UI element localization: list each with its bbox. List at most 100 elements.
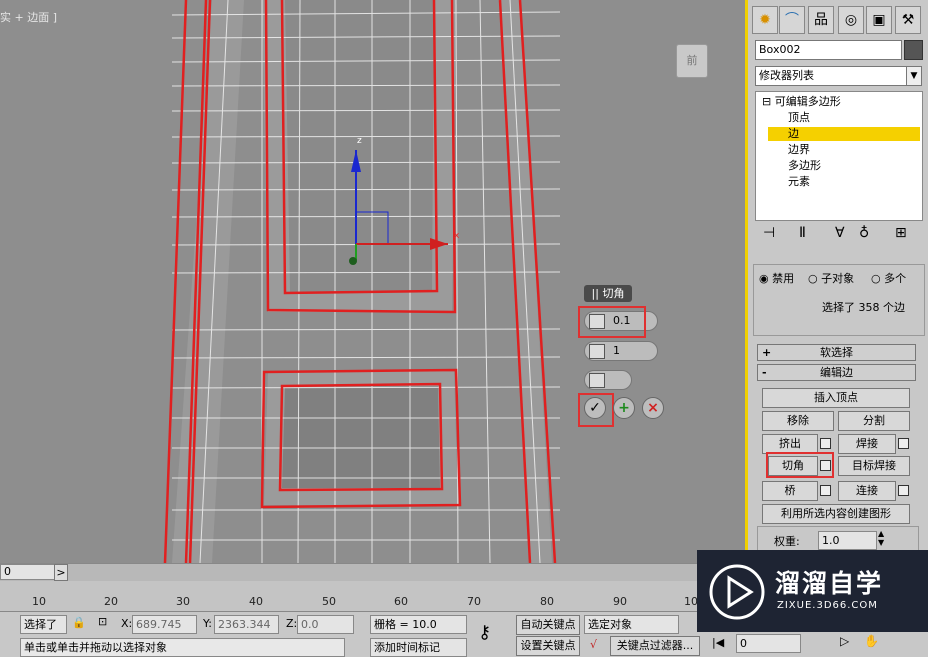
stack-item-polygon[interactable]: 多边形 [788, 159, 821, 173]
lower-panel-inset [282, 386, 440, 488]
soft-selection-rollout[interactable]: + 软选择 [757, 344, 916, 361]
prompt-line: 单击或单击并拖动以选择对象 [20, 638, 345, 657]
ruler-tick: 50 [322, 595, 336, 608]
weld-button[interactable]: 焊接 [838, 434, 896, 454]
object-name-input[interactable]: Box002 [755, 40, 902, 60]
weight-label: 权重: [774, 535, 800, 548]
stack-item-label: 边 [788, 127, 799, 140]
insert-vertex-button[interactable]: 插入顶点 [762, 388, 910, 408]
weld-settings-icon[interactable] [898, 438, 909, 449]
watermark-logo: 溜溜自学 ZIXUE.3D66.COM [697, 550, 928, 632]
extrude-settings-icon[interactable] [820, 438, 831, 449]
track-bar[interactable]: 10 20 30 40 50 60 70 80 90 10 [0, 581, 745, 611]
radio-subobject[interactable]: ○ 子对象 [808, 270, 854, 286]
x-coordinate-input[interactable]: 689.745 [132, 615, 197, 634]
absolute-mode-icon[interactable]: ⊡ [98, 615, 107, 628]
radio-disable[interactable]: ◉ 禁用 [759, 270, 794, 286]
create-shape-button[interactable]: 利用所选内容创建图形 [762, 504, 910, 524]
stack-item-label: 边界 [788, 143, 810, 156]
stack-item-border[interactable]: 边界 [788, 143, 810, 157]
chevron-down-icon[interactable]: ▼ [906, 66, 922, 86]
key-set-dropdown[interactable]: 选定对象 [584, 615, 679, 634]
viewport-label[interactable]: 实 + 边面 ] [0, 9, 57, 25]
chamfer-segments-value[interactable]: 1 [613, 344, 620, 357]
ruler-tick: 10 [684, 595, 698, 608]
configure-modifier-sets-icon[interactable]: ⊞ [895, 225, 907, 241]
stack-item-element[interactable]: 元素 [788, 175, 810, 189]
frame-counter[interactable]: 0 [0, 564, 55, 580]
stack-item-edge[interactable]: 边 [768, 127, 920, 141]
selection-mode-box[interactable]: 选择了 [20, 615, 67, 634]
lock-icon[interactable]: 🔒 [72, 616, 86, 629]
ruler-tick: 10 [32, 595, 46, 608]
set-key-button[interactable]: 设置关键点 [516, 636, 580, 656]
perspective-viewport[interactable]: z x 实 + 边面 ] 前 || 切角 0.1 1 ✓ + × [0, 0, 745, 563]
time-slider[interactable]: 0 > [0, 563, 745, 582]
chamfer-options-field[interactable] [584, 370, 632, 390]
key-mode-icon[interactable]: √ [590, 638, 597, 651]
radio-label: 多个 [884, 272, 907, 285]
watermark-site: ZIXUE.3D66.COM [777, 600, 878, 611]
weight-input[interactable]: 1.0 [818, 531, 877, 550]
radio-label: 子对象 [821, 272, 855, 285]
key-icon[interactable]: ⚷ [478, 622, 491, 643]
modifier-list-dropdown[interactable]: 修改器列表 [755, 66, 910, 86]
show-end-result-icon[interactable]: Ⅱ [799, 225, 806, 241]
create-tab-icon[interactable]: ✹ [752, 6, 778, 34]
remove-button[interactable]: 移除 [762, 411, 834, 431]
stack-item-label: 元素 [788, 175, 810, 188]
chamfer-caddy-title[interactable]: || 切角 [584, 285, 632, 302]
utilities-tab-icon[interactable]: ⚒ [895, 6, 921, 34]
weight-spinner[interactable]: ▲ ▼ [878, 529, 884, 547]
connect-button[interactable]: 连接 [838, 481, 896, 501]
next-frame-arrow[interactable]: > [54, 564, 68, 581]
x-label: X: [121, 617, 133, 630]
upper-panel-inset [285, 0, 434, 292]
display-tab-icon[interactable]: ▣ [866, 6, 892, 34]
stack-root-label: 可编辑多边形 [774, 95, 841, 108]
connect-settings-icon[interactable] [898, 485, 909, 496]
object-color-swatch[interactable] [904, 40, 923, 60]
remove-modifier-icon[interactable]: ♁ [859, 225, 869, 241]
ruler-tick: 20 [104, 595, 118, 608]
split-button[interactable]: 分割 [838, 411, 910, 431]
motion-tab-icon[interactable]: ◎ [838, 6, 864, 34]
modifier-stack[interactable]: ⊟ 可编辑多边形 顶点 边 边界 多边形 元素 [755, 91, 923, 221]
svg-text:x: x [454, 231, 460, 241]
extrude-button[interactable]: 挤出 [762, 434, 818, 454]
play-icon[interactable]: ▷ [840, 634, 849, 648]
y-coordinate-input[interactable]: 2363.344 [214, 615, 279, 634]
amount-highlight-box [578, 306, 646, 338]
chamfer-segments-field[interactable]: 1 [584, 341, 658, 361]
current-frame-input[interactable]: 0 [736, 634, 801, 653]
hierarchy-tab-icon[interactable]: 品 [808, 6, 834, 34]
bridge-settings-icon[interactable] [820, 485, 831, 496]
go-to-start-icon[interactable]: |◀ [712, 636, 724, 649]
pin-stack-icon[interactable]: ⊣ [763, 225, 775, 241]
view-cube[interactable]: 前 [676, 44, 708, 78]
bridge-button[interactable]: 桥 [762, 481, 818, 501]
selection-rollout: ◉ 禁用 ○ 子对象 ○ 多个 选择了 358 个边 [753, 264, 925, 336]
selection-info-text: 选择了 358 个边 [822, 301, 905, 314]
key-filters-button[interactable]: 关键点过滤器... [610, 636, 700, 656]
modify-tab-icon[interactable]: ⌒ [779, 6, 805, 34]
stack-item-vertex[interactable]: 顶点 [788, 111, 810, 125]
ruler-tick: 70 [467, 595, 481, 608]
add-time-tag-button[interactable]: 添加时间标记 [370, 638, 467, 657]
radio-multiple[interactable]: ○ 多个 [871, 270, 906, 286]
stack-toolbar: ⊣ Ⅱ ∀ ♁ ⊞ [757, 225, 922, 245]
y-label: Y: [203, 617, 212, 630]
stack-root-editable-poly[interactable]: ⊟ 可编辑多边形 [762, 95, 841, 109]
caddy-apply-button[interactable]: + [613, 397, 635, 419]
z-coordinate-input[interactable]: 0.0 [297, 615, 354, 634]
target-weld-button[interactable]: 目标焊接 [838, 456, 910, 476]
make-unique-icon[interactable]: ∀ [835, 225, 845, 241]
pan-hand-icon[interactable]: ✋ [864, 634, 879, 648]
auto-key-button[interactable]: 自动关键点 [516, 615, 580, 635]
status-bar: 选择了 🔒 ⊡ X: 689.745 Y: 2363.344 Z: 0.0 栅格… [0, 611, 745, 657]
svg-text:z: z [357, 136, 362, 146]
caddy-cancel-button[interactable]: × [642, 397, 664, 419]
apply-plus-icon: + [618, 400, 630, 416]
edit-edges-rollout[interactable]: - 编辑边 [757, 364, 916, 381]
grid-size-display: 栅格 = 10.0 [370, 615, 467, 634]
